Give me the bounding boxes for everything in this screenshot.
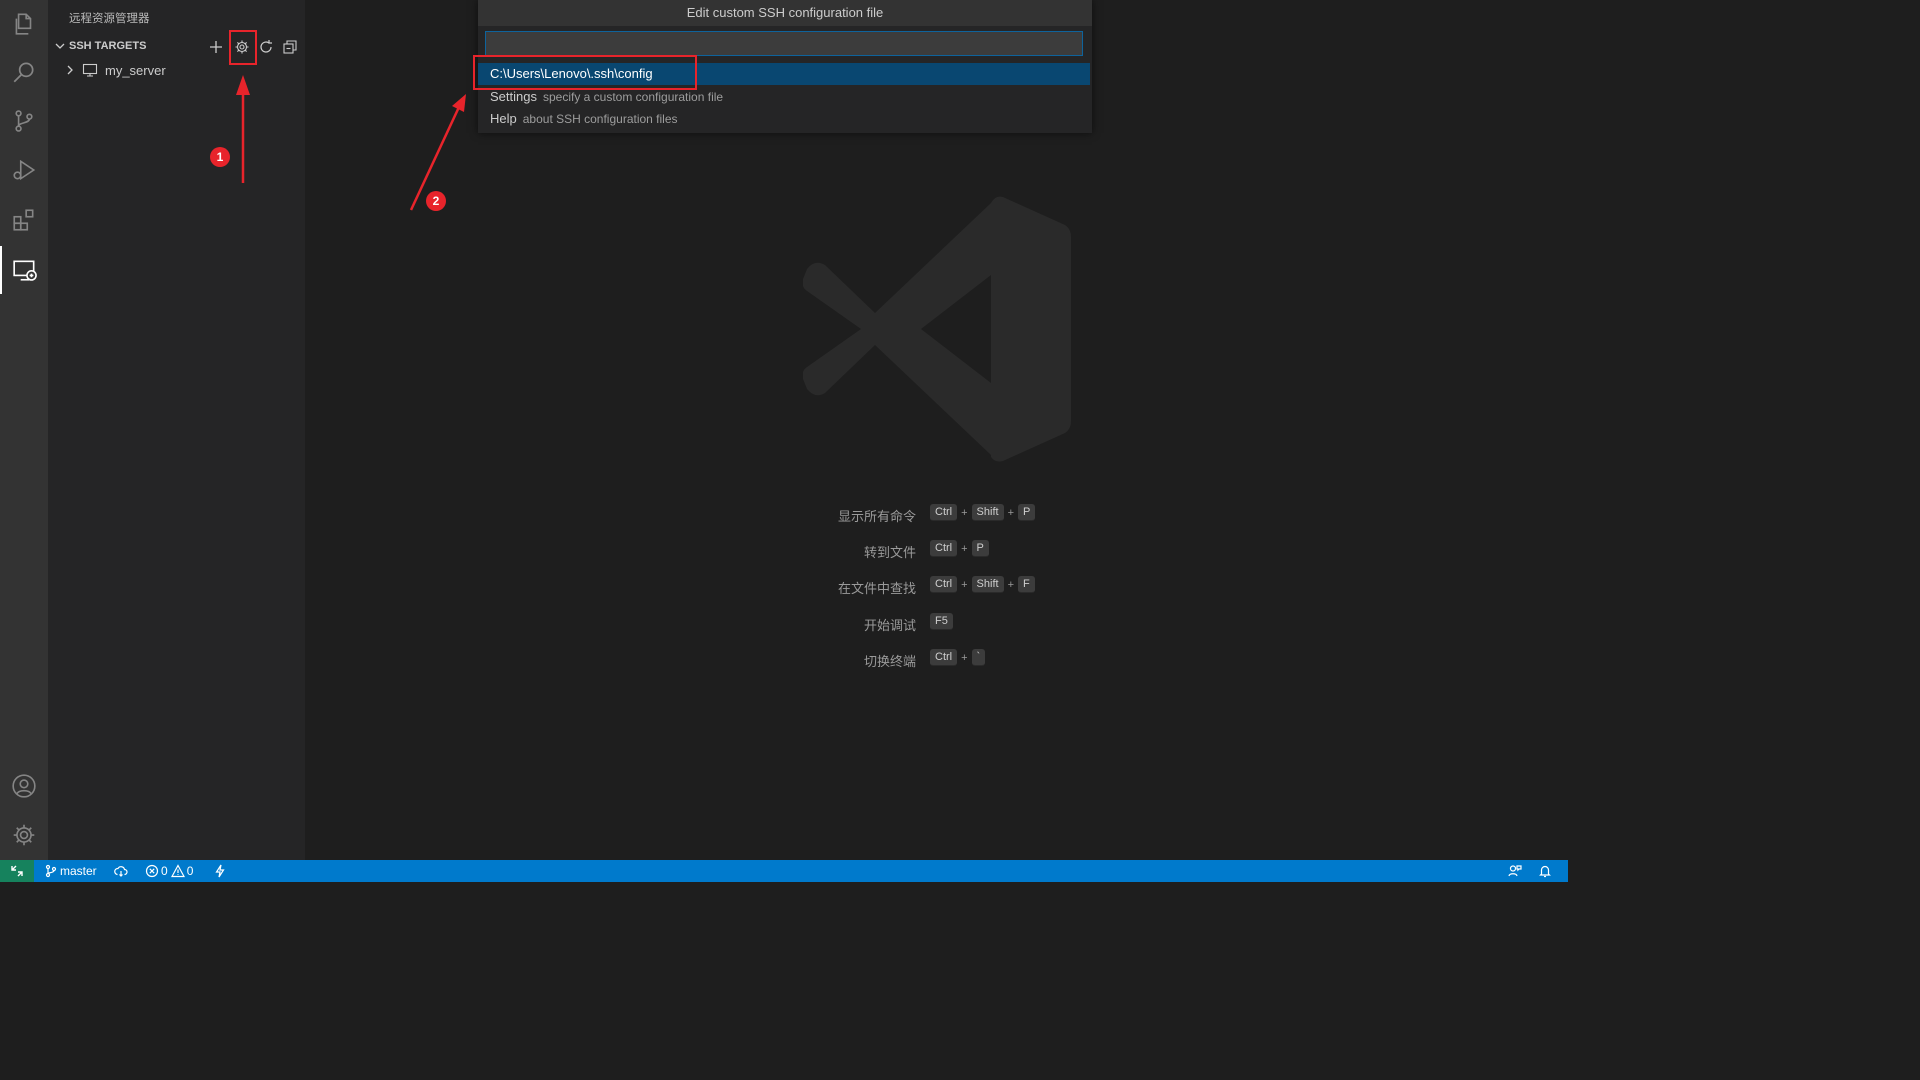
shortcut-row: 开始调试 F5 bbox=[780, 612, 1080, 634]
shortcut-label: 在文件中查找 bbox=[837, 581, 916, 596]
ssh-target-label: my_server bbox=[105, 63, 166, 78]
collapse-all-button[interactable] bbox=[281, 38, 299, 56]
keycap: F bbox=[1018, 576, 1035, 593]
annotation-badge-2: 2 bbox=[426, 191, 446, 211]
sidebar-title: 远程资源管理器 bbox=[69, 13, 150, 25]
keycap: ` bbox=[971, 649, 986, 666]
error-count: 0 bbox=[161, 864, 168, 878]
warning-count: 0 bbox=[186, 864, 194, 878]
problems-status[interactable]: 0 0 bbox=[145, 860, 193, 882]
item-label: Settings bbox=[490, 89, 537, 104]
keycap: Shift bbox=[971, 576, 1004, 593]
feedback-icon bbox=[1508, 865, 1522, 877]
feedback-button[interactable] bbox=[1508, 860, 1522, 882]
remote-indicator-button[interactable] bbox=[0, 860, 34, 882]
shortcut-row: 显示所有命令 Ctrl + Shift + P bbox=[780, 503, 1080, 525]
shortcut-row: 在文件中查找 Ctrl + Shift + F bbox=[780, 575, 1080, 597]
lightning-icon bbox=[215, 864, 225, 878]
shortcut-row: 切换终端 Ctrl + ` bbox=[780, 648, 1080, 670]
item-label: Help bbox=[490, 111, 517, 126]
ssh-targets-header[interactable]: SSH TARGETS bbox=[48, 37, 305, 57]
bell-icon bbox=[1539, 865, 1551, 878]
quick-pick-input[interactable] bbox=[485, 31, 1083, 56]
live-share-button[interactable] bbox=[213, 860, 227, 882]
keycap: Ctrl bbox=[930, 540, 958, 557]
remote-icon bbox=[11, 865, 23, 877]
vscode-logo-watermark-icon bbox=[803, 196, 1071, 462]
shortcut-label: 切换终端 bbox=[863, 654, 916, 669]
monitor-icon bbox=[82, 63, 98, 77]
quick-pick-title: Edit custom SSH configuration file bbox=[478, 0, 1092, 26]
run-debug-icon[interactable] bbox=[0, 146, 48, 194]
item-description: about SSH configuration files bbox=[522, 112, 678, 126]
shortcut-row: 转到文件 Ctrl + P bbox=[780, 539, 1080, 561]
keycap: P bbox=[971, 540, 989, 557]
annotation-box-config bbox=[473, 55, 697, 90]
collapse-all-icon bbox=[283, 40, 297, 54]
sync-button[interactable] bbox=[114, 860, 128, 882]
add-new-target-button[interactable] bbox=[207, 38, 225, 56]
activity-bar bbox=[0, 0, 48, 860]
search-icon[interactable] bbox=[0, 48, 48, 96]
shortcut-label: 开始调试 bbox=[863, 618, 916, 633]
manage-gear-icon[interactable] bbox=[0, 811, 48, 859]
warning-icon bbox=[170, 864, 185, 878]
extensions-icon[interactable] bbox=[0, 196, 48, 244]
branch-status[interactable]: master bbox=[44, 860, 97, 882]
refresh-icon bbox=[260, 40, 272, 53]
cloud-sync-icon bbox=[114, 866, 128, 877]
keycap: Ctrl bbox=[930, 576, 958, 593]
explorer-icon[interactable] bbox=[0, 0, 48, 48]
chevron-down-icon bbox=[55, 43, 65, 49]
git-branch-icon bbox=[45, 864, 57, 878]
ssh-target-item[interactable]: my_server bbox=[48, 60, 305, 80]
keycap: Ctrl bbox=[930, 504, 958, 521]
remote-explorer-icon[interactable] bbox=[0, 246, 48, 294]
refresh-button[interactable] bbox=[257, 38, 275, 56]
keycap: P bbox=[1018, 504, 1036, 521]
item-description: specify a custom configuration file bbox=[542, 90, 724, 104]
shortcut-label: 显示所有命令 bbox=[837, 509, 916, 524]
section-title: SSH TARGETS bbox=[69, 40, 147, 52]
source-control-icon[interactable] bbox=[0, 97, 48, 145]
notifications-button[interactable] bbox=[1538, 860, 1552, 882]
keycap: Ctrl bbox=[930, 649, 958, 666]
annotation-box-gear bbox=[229, 30, 257, 65]
status-bar: master 0 0 bbox=[0, 860, 1568, 882]
keycap: Shift bbox=[971, 504, 1004, 521]
keycap: F5 bbox=[930, 613, 953, 630]
error-icon bbox=[145, 864, 159, 878]
branch-name: master bbox=[60, 864, 97, 878]
quick-pick-item-help[interactable]: Help about SSH configuration files bbox=[478, 108, 1090, 130]
account-icon[interactable] bbox=[0, 762, 48, 810]
annotation-badge-1: 1 bbox=[210, 147, 230, 167]
chevron-right-icon bbox=[67, 65, 73, 75]
plus-icon bbox=[210, 41, 222, 53]
shortcut-label: 转到文件 bbox=[863, 545, 916, 560]
sidebar: 远程资源管理器 SSH TARGETS my_server bbox=[48, 0, 305, 860]
